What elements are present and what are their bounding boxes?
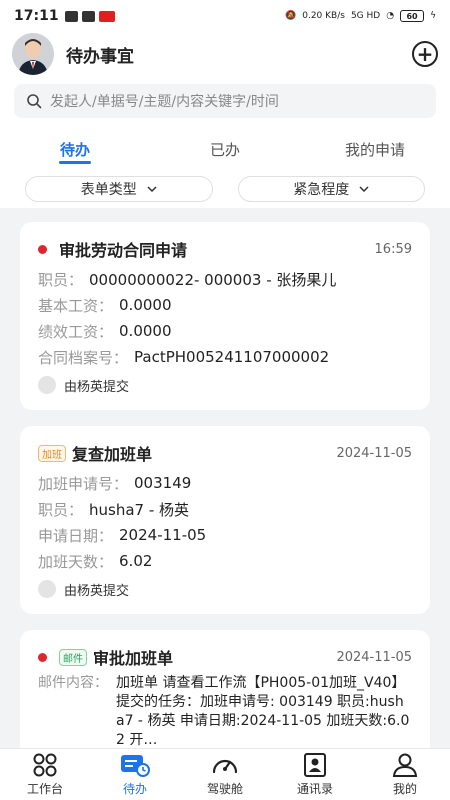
status-time: 17:11: [14, 8, 59, 24]
card-submitter: 由杨英提交: [38, 370, 412, 400]
card-title: 审批劳动合同申请: [59, 241, 188, 260]
mail-tag: 邮件: [59, 648, 87, 666]
urgency-filter[interactable]: 紧急程度: [237, 176, 425, 202]
dashboard-gauge-icon: [212, 759, 238, 773]
card-time: 2024-11-05: [336, 649, 412, 665]
filter-bar: 表单类型 紧急程度: [0, 170, 450, 208]
avatar-image: [12, 33, 54, 75]
tab-bar: 待办 已办 我的申请: [0, 128, 450, 170]
tab-todo[interactable]: 待办: [0, 128, 150, 170]
card-field: 基本工资： 0.0000: [38, 296, 172, 315]
unread-dot: [38, 652, 47, 662]
todo-card[interactable]: 加班 复查加班单 2024-11-05 加班申请号： 003149 职员： hush…: [20, 426, 430, 614]
mail-content: 邮件内容： 加班单 请查看工作流【PH005-01加班_V40】提交的任务：加班…: [38, 675, 410, 748]
wifi-icon: ◔: [386, 11, 395, 21]
tab-my-requests[interactable]: 我的申请: [300, 128, 450, 170]
nav-cockpit[interactable]: 驾驶舱: [180, 749, 270, 800]
todo-icon: [121, 754, 150, 777]
card-field: 加班天数： 6.02: [38, 552, 153, 571]
card-time: 2024-11-05: [336, 445, 412, 461]
chevron-down-icon: [359, 186, 369, 192]
bottom-nav: 工作台 待办 驾驶舱 通讯录 我的: [0, 748, 450, 800]
todo-card[interactable]: 邮件 审批加班单 2024-11-05 邮件内容： 加班单 请查看工作流【PH0…: [20, 630, 430, 748]
tab-done[interactable]: 已办: [150, 128, 300, 170]
page-title: 待办事宜: [66, 46, 134, 67]
user-icon: [392, 753, 418, 777]
card-time: 16:59: [374, 241, 412, 257]
card-field: 申请日期： 2024-11-05: [38, 526, 207, 545]
chevron-down-icon: [147, 186, 157, 192]
card-field: 职员： 00000000022- 000003 - 张扬果儿: [38, 270, 337, 289]
app-notification-icon: [98, 10, 115, 22]
card-field: 职员： husha7 - 杨英: [38, 500, 190, 519]
search-section: 发起人/单据号/主题/内容关键字/时间: [0, 76, 450, 128]
charging-icon: ϟ: [430, 11, 436, 21]
form-type-filter[interactable]: 表单类型: [25, 176, 213, 202]
todo-card[interactable]: 审批劳动合同申请 16:59 职员： 00000000022- 000003 - …: [20, 222, 430, 410]
nav-contacts[interactable]: 通讯录: [270, 749, 360, 800]
plus-circle-icon[interactable]: +: [412, 41, 438, 67]
submitter-avatar-icon: [38, 580, 56, 598]
search-icon: [27, 94, 42, 109]
unread-dot: [38, 244, 47, 254]
nav-todo[interactable]: 待办: [90, 749, 180, 800]
card-field: 加班申请号： 003149: [38, 474, 192, 493]
card-title: 复查加班单: [72, 445, 153, 464]
todo-list: 审批劳动合同申请 16:59 职员： 00000000022- 000003 - …: [0, 208, 450, 748]
card-field: 合同档案号： PactPH005241107000002: [38, 348, 330, 367]
card-submitter: 由杨英提交: [38, 574, 412, 604]
search-placeholder: 发起人/单据号/主题/内容关键字/时间: [50, 94, 279, 110]
avatar[interactable]: [12, 33, 54, 75]
notification-icon: [64, 10, 78, 22]
nav-workbench[interactable]: 工作台: [0, 749, 90, 800]
submitter-avatar-icon: [38, 376, 56, 394]
grid-icon: [33, 753, 57, 776]
contacts-icon: [304, 752, 326, 777]
nav-me[interactable]: 我的: [360, 749, 450, 800]
link-icon: [81, 10, 95, 22]
app-header: 待办事宜 +: [0, 32, 450, 76]
search-input[interactable]: 发起人/单据号/主题/内容关键字/时间: [14, 84, 436, 118]
active-tab-indicator: [59, 161, 91, 164]
overtime-tag: 加班: [38, 444, 66, 462]
card-field: 绩效工资： 0.0000: [38, 322, 172, 341]
card-title: 审批加班单: [93, 649, 174, 668]
battery-icon: 60: [400, 10, 425, 22]
network-type: 5G HD: [350, 11, 381, 21]
status-bar: 17:11 🔕 0.20 KB/s 5G HD ◔ 60 ϟ: [0, 0, 450, 32]
net-speed: 0.20 KB/s: [302, 11, 345, 21]
mute-icon: 🔕: [285, 11, 297, 21]
